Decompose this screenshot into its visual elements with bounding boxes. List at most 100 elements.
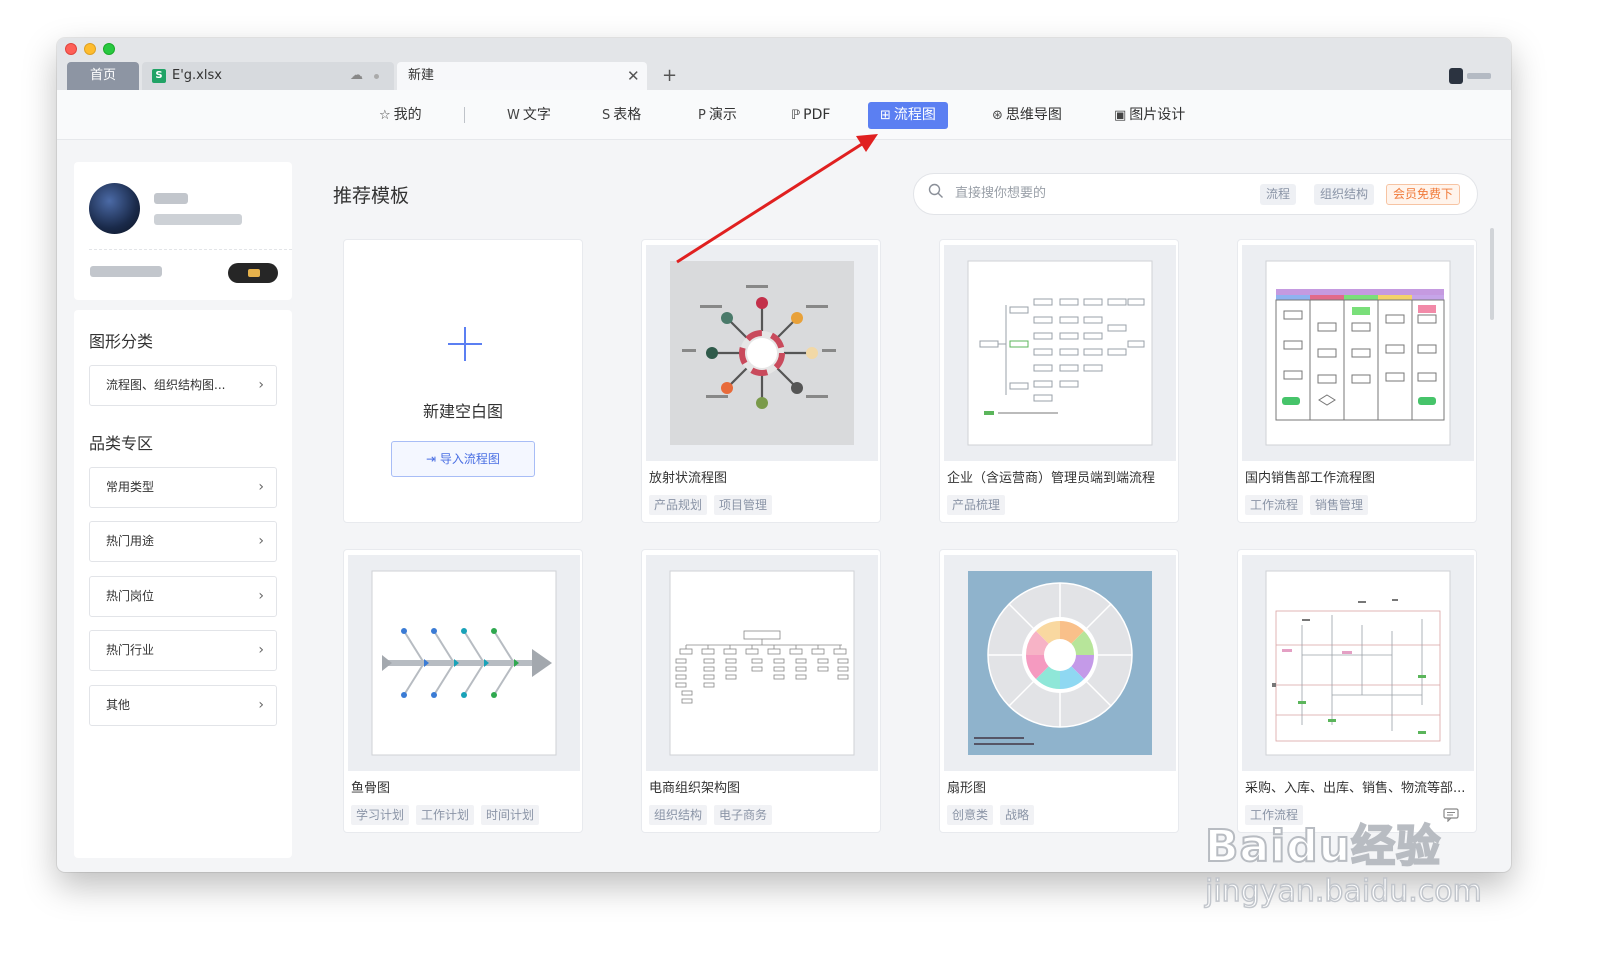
template-title: 电商组织架构图 — [649, 781, 741, 796]
sidebar: 图形分类 流程图、组织结构图... › 品类专区 常用类型 › 热门用途 › 热门岗位… — [74, 310, 292, 858]
vip-icon — [248, 269, 260, 277]
sidebar-item-label: 热门用途 — [106, 534, 155, 548]
template-tag[interactable]: 项目管理 — [714, 495, 773, 515]
app-window: 首页 S E'g.xlsx ☁ 新建 ✕ + ☆ 我的 W 文字 S 表格 P 演示 ℙ… — [57, 38, 1511, 872]
category-select-button[interactable]: 流程图、组织结构图... › — [89, 365, 277, 406]
category-nav: ☆ 我的 W 文字 S 表格 P 演示 ℙ PDF ⊞ 流程图 ⊛ 思维导图 ▣ 图片设计 — [57, 90, 1511, 140]
template-tag[interactable]: 产品梳理 — [947, 495, 1006, 515]
scrollbar[interactable] — [1490, 228, 1494, 320]
template-search[interactable]: 直接搜你想要的 流程 组织结构 会员免费下 — [913, 173, 1478, 215]
nav-flowchart[interactable]: ⊞ 流程图 — [868, 102, 948, 129]
template-tags: 工作流程 销售管理 — [1245, 494, 1375, 515]
sidebar-item-hot-uses[interactable]: 热门用途 › — [89, 521, 277, 562]
template-card-procurement[interactable]: 采购、入库、出库、销售、物流等部... 工作流程 — [1237, 549, 1477, 833]
template-tags: 工作流程 — [1245, 804, 1310, 825]
template-tag[interactable]: 产品规划 — [649, 495, 708, 515]
nav-spreadsheet[interactable]: S 表格 — [602, 102, 641, 129]
org-chart-thumbnail-art — [669, 570, 855, 756]
template-tag[interactable]: 学习计划 — [351, 805, 410, 825]
nav-label: 图片设计 — [1129, 107, 1186, 123]
template-tag[interactable]: 战略 — [1000, 805, 1035, 825]
cloud-icon[interactable]: ☁ — [350, 62, 363, 90]
template-title: 企业（含运营商）管理员端到端流程 — [947, 471, 1156, 486]
template-thumbnail — [944, 245, 1176, 461]
sidebar-item-hot-positions[interactable]: 热门岗位 › — [89, 576, 277, 617]
nav-label: 流程图 — [893, 107, 936, 123]
template-card-sales-flow[interactable]: 国内销售部工作流程图 工作流程 销售管理 — [1237, 239, 1477, 523]
template-tag[interactable]: 销售管理 — [1310, 495, 1369, 515]
tab-new[interactable]: 新建 ✕ — [397, 62, 647, 90]
minimize-window-button[interactable] — [84, 43, 96, 55]
new-blank-card[interactable]: 新建空白图 ⇥ 导入流程图 — [343, 239, 583, 523]
template-card-ecommerce-org[interactable]: 电商组织架构图 组织结构 电子商务 — [641, 549, 881, 833]
pdf-icon: ℙ — [791, 108, 801, 123]
star-icon: ☆ — [379, 108, 391, 123]
sidebar-item-label: 热门行业 — [106, 643, 155, 657]
template-card-sector[interactable]: 扇形图 创意类 战略 — [939, 549, 1179, 833]
nav-presentation[interactable]: P 演示 — [698, 102, 737, 129]
template-thumbnail — [348, 555, 580, 771]
template-thumbnail — [646, 245, 878, 461]
user-profile-card[interactable] — [74, 162, 292, 300]
new-blank-label: 新建空白图 — [422, 402, 503, 421]
chat-icon[interactable] — [1443, 808, 1459, 822]
close-icon[interactable]: ✕ — [627, 62, 640, 90]
search-input[interactable]: 直接搜你想要的 — [955, 174, 1046, 214]
template-tags: 产品规划 项目管理 — [649, 494, 779, 515]
sidebar-item-label: 其他 — [106, 698, 131, 712]
sidebar-item-other[interactable]: 其他 › — [89, 685, 277, 726]
sidebar-item-label: 热门岗位 — [106, 589, 155, 603]
avatar — [1449, 68, 1463, 84]
sidebar-item-common-types[interactable]: 常用类型 › — [89, 467, 277, 508]
tab-file[interactable]: S E'g.xlsx ☁ — [142, 62, 394, 90]
avatar[interactable] — [89, 183, 140, 234]
template-card-fishbone[interactable]: 鱼骨图 学习计划 工作计划 时间计划 — [343, 549, 583, 833]
watermark-url: jingyan.baidu.com — [1204, 873, 1482, 910]
tab-new-label: 新建 — [408, 68, 435, 83]
maximize-window-button[interactable] — [103, 43, 115, 55]
search-chip-flow[interactable]: 流程 — [1260, 184, 1297, 205]
template-tag[interactable]: 工作流程 — [1245, 495, 1304, 515]
nav-pdf[interactable]: ℙ PDF — [791, 102, 830, 129]
radial-thumbnail-art — [670, 261, 854, 445]
template-tag[interactable]: 组织结构 — [649, 805, 708, 825]
template-title: 国内销售部工作流程图 — [1245, 471, 1376, 486]
add-tab-button[interactable]: + — [662, 62, 677, 90]
nav-label: 文字 — [522, 107, 551, 123]
account-menu[interactable] — [1449, 68, 1493, 84]
nav-mindmap[interactable]: ⊛ 思维导图 — [992, 102, 1062, 129]
writer-icon: W — [507, 108, 520, 123]
search-chip-org[interactable]: 组织结构 — [1314, 184, 1375, 205]
nav-label: 表格 — [613, 107, 642, 123]
template-tag[interactable]: 创意类 — [947, 805, 994, 825]
title-bar: 首页 S E'g.xlsx ☁ 新建 ✕ + — [57, 38, 1511, 90]
template-tag[interactable]: 工作流程 — [1245, 805, 1304, 825]
import-flowchart-button[interactable]: ⇥ 导入流程图 — [391, 441, 535, 477]
search-chip-vip-free[interactable]: 会员免费下 — [1386, 184, 1461, 205]
nav-writer[interactable]: W 文字 — [507, 102, 551, 129]
template-tags: 学习计划 工作计划 时间计划 — [351, 804, 546, 825]
template-card-radial[interactable]: 放射状流程图 产品规划 项目管理 — [641, 239, 881, 523]
template-title: 鱼骨图 — [351, 781, 391, 796]
nav-image-design[interactable]: ▣ 图片设计 — [1114, 102, 1185, 129]
zone-heading: 品类专区 — [89, 434, 154, 453]
image-design-icon: ▣ — [1114, 108, 1127, 123]
tab-file-label: E'g.xlsx — [172, 68, 222, 83]
template-tags: 产品梳理 — [947, 494, 1012, 515]
close-window-button[interactable] — [65, 43, 77, 55]
chevron-right-icon: › — [258, 479, 264, 495]
sidebar-item-hot-industries[interactable]: 热门行业 › — [89, 630, 277, 671]
vip-badge[interactable] — [228, 263, 278, 283]
template-tag[interactable]: 电子商务 — [714, 805, 773, 825]
flowchart-icon: ⊞ — [880, 108, 891, 123]
presentation-icon: P — [698, 108, 706, 123]
procurement-thumbnail-art — [1265, 570, 1451, 756]
template-tag[interactable]: 时间计划 — [481, 805, 540, 825]
nav-mine[interactable]: ☆ 我的 — [379, 102, 422, 129]
mindmap-icon: ⊛ — [992, 108, 1003, 123]
sector-thumbnail-art — [968, 571, 1152, 755]
template-card-enterprise-flow[interactable]: 企业（含运营商）管理员端到端流程 产品梳理 — [939, 239, 1179, 523]
tab-home[interactable]: 首页 — [67, 62, 139, 90]
fishbone-thumbnail-art — [371, 570, 557, 756]
template-tag[interactable]: 工作计划 — [416, 805, 475, 825]
